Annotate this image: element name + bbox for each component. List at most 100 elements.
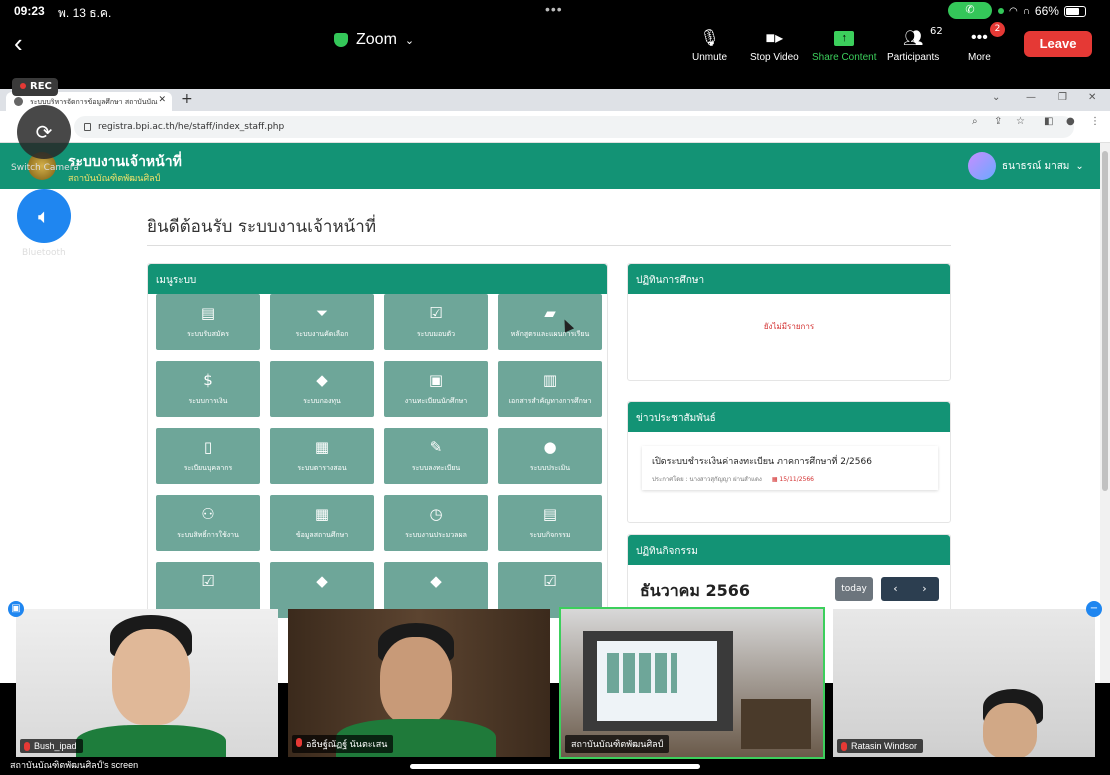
empty-message: ยังไม่มีรายการ (763, 322, 815, 331)
menu-tile[interactable]: ◆ ระบบกองทุน (270, 361, 374, 417)
id-card-icon: ▣ (428, 371, 444, 389)
wifi-icon: ◠ (1009, 5, 1018, 17)
graduation-cap-icon: ◆ (430, 572, 442, 590)
activity-calendar-header: ปฏิทินกิจกรรม (628, 535, 950, 565)
academic-calendar-panel: ปฏิทินการศึกษา ยังไม่มีรายการ (627, 263, 951, 381)
next-month-button[interactable]: › (910, 577, 939, 601)
home-indicator[interactable] (410, 764, 700, 769)
stop-video-button[interactable]: ■▸ Stop Video (750, 24, 799, 63)
gallery-toggle-icon[interactable]: ▣ (8, 601, 24, 617)
more-dots-icon: ••• (970, 29, 988, 46)
participant-name-text: Bush_ipad (34, 741, 77, 751)
participant-name: สถาบันบัณฑิตพัฒนศิลป์ (565, 735, 670, 753)
avatar (968, 152, 996, 180)
zoom-magnifier-icon[interactable]: ⌕ (972, 116, 978, 127)
menu-tile-label: งานทะเบียนนักศึกษา (404, 397, 468, 405)
menu-tile-label: เอกสารสำคัญทางการศึกษา (508, 397, 592, 405)
share-content-label: Share Content (812, 52, 877, 63)
call-phone-icon[interactable]: ✆ (948, 2, 992, 19)
switch-camera-button[interactable]: ⟳ (17, 105, 71, 159)
unmute-button[interactable]: 🎙︎ Unmute (692, 24, 727, 63)
menu-tile[interactable]: ◷ ระบบงานประมวลผล (384, 495, 488, 551)
menu-tile-label: ระบบลงทะเบียน (411, 464, 461, 472)
share-content-button[interactable]: ↑ Share Content (812, 24, 877, 63)
close-window-icon[interactable]: ✕ (1088, 92, 1096, 103)
favicon-icon (14, 97, 23, 106)
browser-tabbar: ระบบบริหารจัดการข้อมูลศึกษา สถาบันบัณ ✕ … (0, 89, 1110, 111)
status-time: 09:23 (14, 4, 45, 18)
participant-name: Ratasin Windsor (837, 739, 924, 753)
menu-tile[interactable]: ⏷ ระบบงานคัดเลือก (270, 294, 374, 350)
switch-camera-label: Switch Camera (11, 163, 79, 173)
news-meta: ประกาศโดย : นางสาวสุกัญญา ผ่านสำแดง ▦ 15/… (652, 474, 928, 484)
menu-tile[interactable]: ✎ ระบบลงทะเบียน (384, 428, 488, 484)
zoom-toolbar: ‹ Zoom ⌄ 🎙︎ Unmute ■▸ Stop Video ↑ Share… (0, 22, 1110, 70)
back-chevron-icon[interactable]: ‹ (14, 28, 23, 59)
collapse-videos-icon[interactable]: − (1086, 601, 1102, 617)
news-header: ข่าวประชาสัมพันธ์ (628, 402, 950, 432)
menu-tile[interactable]: ☑ ระบบมอบตัว (384, 294, 488, 350)
address-bar: registra.bpi.ac.th/he/staff/index_staff.… (0, 111, 1110, 143)
speaker-bluetooth-icon: 🔈︎ (38, 204, 50, 228)
headphones-icon: ∩ (1022, 5, 1030, 17)
clipboard-icon: ▤ (200, 304, 216, 322)
school-icon: ▦ (314, 505, 330, 523)
menu-tile-label: ระบบประเมิน (529, 464, 571, 472)
menu-tile[interactable]: ▤ ระบบรับสมัคร (156, 294, 260, 350)
menu-tile[interactable]: ▣ งานทะเบียนนักศึกษา (384, 361, 488, 417)
news-item[interactable]: เปิดระบบชำระเงินค่าลงทะเบียน ภาคการศึกษา… (642, 446, 938, 490)
menu-tile-label: ระบบสิทธิ์การใช้งาน (177, 531, 239, 539)
side-panel-icon[interactable]: ◧ (1044, 116, 1053, 127)
url-field[interactable]: registra.bpi.ac.th/he/staff/index_staff.… (74, 116, 1074, 138)
news-date-text: 15/11/2566 (779, 476, 815, 483)
bluetooth-button[interactable]: 🔈︎ (17, 189, 71, 243)
chrome-menu-icon[interactable]: ⋮ (1090, 116, 1100, 127)
bookmark-star-icon[interactable]: ☆ (1016, 116, 1025, 127)
book-icon: ▥ (542, 371, 558, 389)
user-menu[interactable]: ธนาธรณ์ มาสม ⌄ (968, 152, 1084, 180)
menu-tile[interactable]: ▦ ข้อมูลสถานศึกษา (270, 495, 374, 551)
participant-video[interactable]: อธิษฐ์ณัฏฐ์ นันตะเสน (288, 609, 550, 757)
close-tab-icon[interactable]: ✕ (158, 95, 166, 105)
graduation-cap-icon: ◆ (316, 371, 328, 389)
news-panel: ข่าวประชาสัมพันธ์ เปิดระบบชำระเงินค่าลงท… (627, 401, 951, 523)
menu-tile[interactable]: ⚇ ระบบสิทธิ์การใช้งาน (156, 495, 260, 551)
menu-tile[interactable]: ▦ ระบบตารางสอน (270, 428, 374, 484)
restore-icon[interactable]: ❐ (1058, 92, 1067, 103)
academic-calendar-header: ปฏิทินการศึกษา (628, 264, 950, 294)
tab-search-icon[interactable]: ⌄ (992, 92, 1000, 103)
menu-tile[interactable]: ▰ หลักสูตรและแผนการเรียน (498, 294, 602, 350)
menu-tile-label: ระเบียนบุคลากร (183, 464, 233, 472)
comments-icon: ● (543, 438, 557, 456)
mic-muted-icon (296, 738, 302, 747)
graduation-cap-icon: ◆ (316, 572, 328, 590)
participant-video[interactable]: Bush_ipad (16, 609, 278, 757)
menu-tile[interactable]: ▥ เอกสารสำคัญทางการศึกษา (498, 361, 602, 417)
leave-button[interactable]: Leave (1024, 31, 1092, 57)
menu-tile[interactable]: ▯ ระเบียนบุคลากร (156, 428, 260, 484)
menu-tile-label: ข้อมูลสถานศึกษา (295, 531, 349, 539)
new-tab-icon[interactable]: + (181, 91, 193, 107)
menu-tile[interactable]: $ ระบบการเงิน (156, 361, 260, 417)
profile-icon[interactable]: ● (1066, 116, 1075, 127)
minimize-icon[interactable]: — (1026, 92, 1036, 103)
participant-video-active[interactable]: สถาบันบัณฑิตพัฒนศิลป์ (559, 607, 825, 759)
participants-count: 62 (930, 26, 943, 37)
multitask-dots-icon[interactable]: ••• (545, 1, 563, 17)
share-icon[interactable]: ⇪ (994, 116, 1002, 127)
bluetooth-label: Bluetooth (22, 248, 66, 258)
edit-icon: ✎ (429, 438, 443, 456)
menu-tile[interactable]: ▤ ระบบกิจกรรม (498, 495, 602, 551)
file-icon: ▯ (203, 438, 213, 456)
meeting-title[interactable]: Zoom ⌄ (334, 31, 414, 49)
divider (147, 245, 951, 246)
menu-tile-label: ระบบตารางสอน (297, 464, 347, 472)
menu-tile[interactable]: ● ระบบประเมิน (498, 428, 602, 484)
news-date: ▦ 15/11/2566 (772, 476, 814, 483)
prev-month-button[interactable]: ‹ (881, 577, 910, 601)
scrollbar-thumb[interactable] (1102, 151, 1108, 491)
more-button[interactable]: ••• More (968, 24, 991, 63)
participant-video[interactable]: Ratasin Windsor (833, 609, 1095, 757)
today-button[interactable]: today (835, 577, 873, 601)
mic-muted-icon (24, 742, 30, 751)
